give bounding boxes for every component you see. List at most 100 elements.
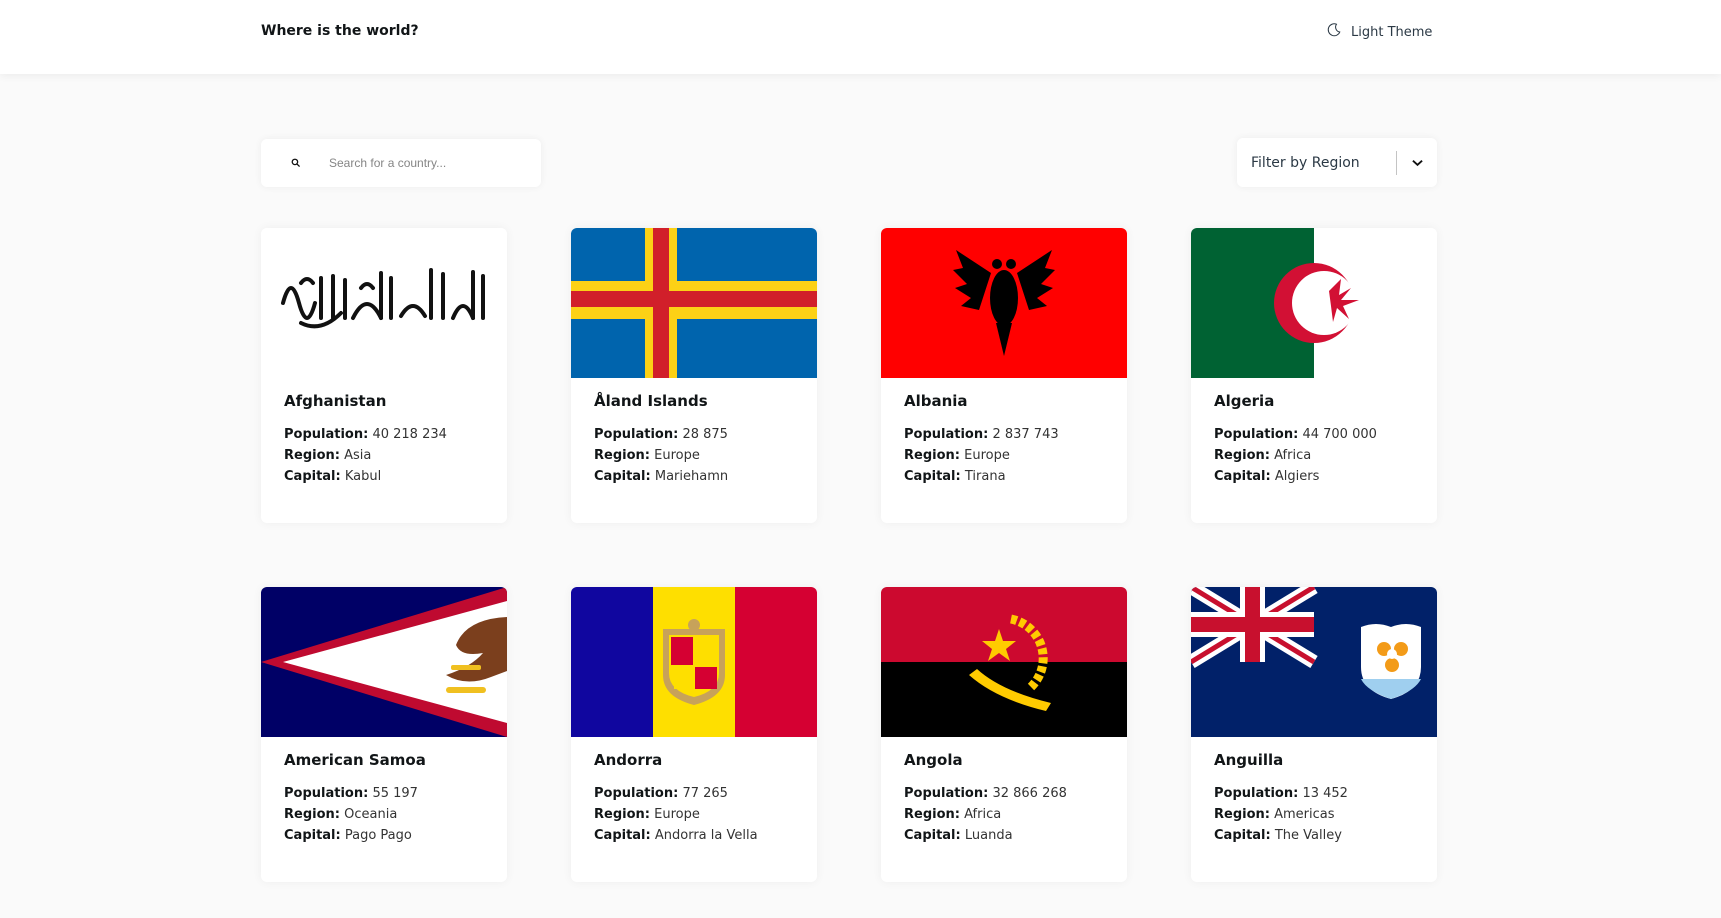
population-value: 55 197 (372, 786, 418, 801)
region-row: Region: Europe (594, 445, 794, 466)
capital-row: Capital: The Valley (1214, 825, 1414, 846)
region-label: Region: (904, 448, 960, 463)
american-samoa-flag (261, 587, 507, 737)
country-card[interactable]: American Samoa Population: 55 197 Region… (261, 587, 507, 882)
population-row: Population: 32 866 268 (904, 783, 1104, 804)
region-value: Europe (654, 807, 700, 822)
albania-flag (881, 228, 1127, 378)
andorra-flag (571, 587, 817, 737)
country-name: Afghanistan (284, 392, 387, 410)
capital-value: Luanda (964, 828, 1013, 843)
capital-label: Capital: (594, 469, 651, 484)
country-card[interactable]: Angola Population: 32 866 268 Region: Af… (881, 587, 1127, 882)
region-value: Americas (1274, 807, 1335, 822)
capital-row: Capital: Mariehamn (594, 466, 794, 487)
country-card[interactable]: Algeria Population: 44 700 000 Region: A… (1191, 228, 1437, 523)
region-row: Region: Africa (904, 804, 1104, 825)
country-card[interactable]: Åland Islands Population: 28 875 Region:… (571, 228, 817, 523)
region-row: Region: Europe (904, 445, 1104, 466)
population-row: Population: 44 700 000 (1214, 424, 1414, 445)
population-label: Population: (904, 786, 989, 801)
country-card[interactable]: Afghanistan Population: 40 218 234 Regio… (261, 228, 507, 523)
region-value: Africa (1274, 448, 1312, 463)
region-row: Region: Americas (1214, 804, 1414, 825)
capital-row: Capital: Tirana (904, 466, 1104, 487)
region-filter-label: Filter by Region (1251, 154, 1360, 171)
capital-label: Capital: (284, 828, 341, 843)
capital-row: Capital: Luanda (904, 825, 1104, 846)
region-row: Region: Oceania (284, 804, 484, 825)
capital-value: Kabul (344, 469, 382, 484)
anguilla-flag (1191, 587, 1437, 737)
region-row: Region: Europe (594, 804, 794, 825)
afghanistan-flag (261, 228, 507, 378)
algeria-flag (1191, 228, 1437, 378)
region-value: Africa (964, 807, 1002, 822)
capital-row: Capital: Pago Pago (284, 825, 484, 846)
region-label: Region: (284, 448, 340, 463)
country-name: Angola (904, 751, 963, 769)
aland-flag (571, 228, 817, 378)
population-row: Population: 40 218 234 (284, 424, 484, 445)
region-label: Region: (594, 448, 650, 463)
region-label: Region: (904, 807, 960, 822)
region-value: Europe (964, 448, 1010, 463)
capital-row: Capital: Andorra la Vella (594, 825, 794, 846)
region-row: Region: Africa (1214, 445, 1414, 466)
moon-icon (1326, 22, 1342, 42)
country-grid: Afghanistan Population: 40 218 234 Regio… (261, 228, 1437, 882)
population-value: 44 700 000 (1302, 427, 1377, 442)
capital-value: Tirana (964, 469, 1006, 484)
capital-row: Capital: Algiers (1214, 466, 1414, 487)
top-bar: Where is the world? Light Theme (0, 0, 1721, 74)
angola-flag (881, 587, 1127, 737)
population-label: Population: (594, 427, 679, 442)
country-name: Åland Islands (594, 392, 708, 410)
capital-value: Algiers (1274, 469, 1320, 484)
capital-value: Pago Pago (344, 828, 412, 843)
region-label: Region: (1214, 448, 1270, 463)
population-value: 28 875 (682, 427, 728, 442)
population-label: Population: (284, 786, 369, 801)
country-name: Albania (904, 392, 968, 410)
capital-label: Capital: (904, 828, 961, 843)
region-label: Region: (1214, 807, 1270, 822)
population-row: Population: 28 875 (594, 424, 794, 445)
population-row: Population: 2 837 743 (904, 424, 1104, 445)
country-name: Andorra (594, 751, 663, 769)
capital-value: Mariehamn (654, 469, 729, 484)
population-value: 2 837 743 (992, 427, 1059, 442)
country-card[interactable]: Albania Population: 2 837 743 Region: Eu… (881, 228, 1127, 523)
population-label: Population: (594, 786, 679, 801)
region-filter-select[interactable]: Filter by Region (1237, 138, 1437, 187)
region-value: Asia (344, 448, 372, 463)
population-row: Population: 13 452 (1214, 783, 1414, 804)
theme-toggle-button[interactable]: Light Theme (1326, 22, 1432, 42)
capital-label: Capital: (594, 828, 651, 843)
country-name: Anguilla (1214, 751, 1284, 769)
population-value: 40 218 234 (372, 427, 447, 442)
search-input[interactable] (329, 156, 529, 170)
country-card[interactable]: Andorra Population: 77 265 Region: Europ… (571, 587, 817, 882)
capital-value: The Valley (1274, 828, 1342, 843)
population-value: 13 452 (1302, 786, 1348, 801)
theme-toggle-label: Light Theme (1351, 24, 1433, 40)
population-label: Population: (904, 427, 989, 442)
capital-value: Andorra la Vella (654, 828, 758, 843)
capital-label: Capital: (1214, 469, 1271, 484)
region-value: Europe (654, 448, 700, 463)
capital-row: Capital: Kabul (284, 466, 484, 487)
population-value: 77 265 (682, 786, 728, 801)
country-card[interactable]: Anguilla Population: 13 452 Region: Amer… (1191, 587, 1437, 882)
region-label: Region: (594, 807, 650, 822)
population-label: Population: (1214, 427, 1299, 442)
population-row: Population: 77 265 (594, 783, 794, 804)
app-title: Where is the world? (261, 23, 419, 39)
country-name: American Samoa (284, 751, 426, 769)
region-row: Region: Asia (284, 445, 484, 466)
search-box[interactable] (261, 139, 541, 187)
population-label: Population: (1214, 786, 1299, 801)
population-row: Population: 55 197 (284, 783, 484, 804)
chevron-down-icon[interactable] (1397, 159, 1437, 167)
search-icon (291, 156, 305, 170)
